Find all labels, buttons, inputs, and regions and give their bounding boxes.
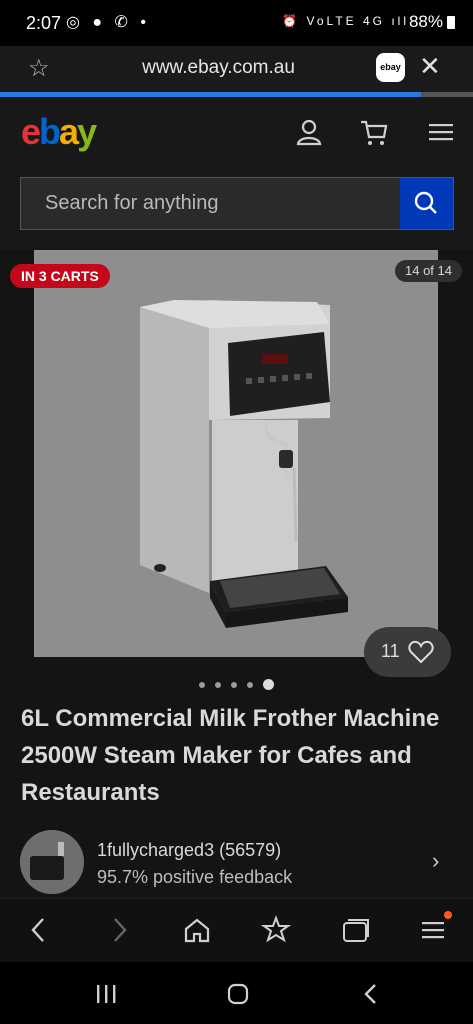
ebay-logo[interactable]: ebay: [21, 111, 97, 153]
back-icon[interactable]: [22, 913, 56, 947]
close-icon[interactable]: ✕: [419, 51, 441, 82]
seller-avatar-image: [20, 830, 84, 894]
logo-letter-b: b: [39, 111, 61, 152]
image-counter: 14 of 14: [395, 260, 462, 282]
battery-icon: [447, 16, 455, 29]
seller-name[interactable]: 1fullycharged3 (56579): [97, 840, 281, 861]
home-icon[interactable]: [180, 913, 214, 947]
browser-toolbar: [0, 898, 473, 962]
forward-icon[interactable]: [102, 913, 136, 947]
notification-icons: ◎ ● ✆ •: [66, 14, 150, 31]
battery-level: 88%: [408, 12, 443, 31]
home-button-icon[interactable]: [223, 980, 253, 1008]
search-placeholder: Search for anything: [45, 192, 219, 214]
search-icon: [414, 191, 437, 214]
product-image[interactable]: [34, 250, 438, 657]
bookmarks-icon[interactable]: [259, 913, 293, 947]
carousel-dot[interactable]: [263, 679, 274, 691]
seller-feedback: 95.7% positive feedback: [97, 867, 293, 887]
carousel-dots[interactable]: [0, 676, 473, 691]
logo-letter-e: e: [21, 111, 41, 152]
milk-frother-image: [140, 300, 348, 628]
seller-info[interactable]: 1fullycharged3 (56579) 95.7% positive fe…: [20, 830, 460, 894]
system-nav-bar: [0, 962, 473, 1024]
carousel-dot[interactable]: [247, 681, 253, 688]
carousel-dot[interactable]: [215, 681, 221, 688]
site-header: ebay Search for anything: [0, 97, 473, 250]
heart-icon: [408, 640, 434, 664]
menu-notification-dot: [444, 911, 452, 919]
listing-content: IN 3 CARTS 14 of 14 11 6L Commercial Mil…: [0, 250, 473, 898]
watch-count: 11: [381, 641, 400, 661]
menu-icon[interactable]: [426, 117, 456, 147]
account-icon[interactable]: [294, 117, 324, 147]
logo-letter-a: a: [59, 111, 79, 152]
search-input[interactable]: Search for anything: [20, 177, 454, 230]
system-back-icon[interactable]: [356, 980, 386, 1008]
recent-apps-icon[interactable]: [91, 980, 121, 1008]
carousel-dot[interactable]: [199, 681, 205, 688]
url-text[interactable]: www.ebay.com.au: [0, 57, 437, 79]
carousel-dot[interactable]: [231, 681, 237, 688]
search-button[interactable]: [400, 178, 453, 229]
cart-icon[interactable]: [359, 117, 389, 147]
chevron-right-icon[interactable]: ›: [432, 848, 439, 874]
listing-title: 6L Commercial Milk Frother Machine 2500W…: [21, 705, 440, 806]
logo-letter-y: y: [77, 111, 97, 152]
status-bar: 2:07 ◎ ● ✆ • ⏰ VoLTE 4G ıll 88%: [0, 0, 473, 46]
watch-button[interactable]: 11: [364, 627, 451, 677]
site-tab-icon[interactable]: ebay: [376, 53, 405, 82]
in-carts-badge: IN 3 CARTS: [10, 264, 110, 288]
browser-url-bar: ☆ www.ebay.com.au ebay ✕: [0, 46, 473, 92]
tabs-icon[interactable]: [338, 913, 372, 947]
seller-avatar: [20, 830, 84, 894]
connectivity-icons: ⏰ VoLTE 4G ıll: [282, 14, 409, 28]
status-time: 2:07: [26, 13, 62, 33]
